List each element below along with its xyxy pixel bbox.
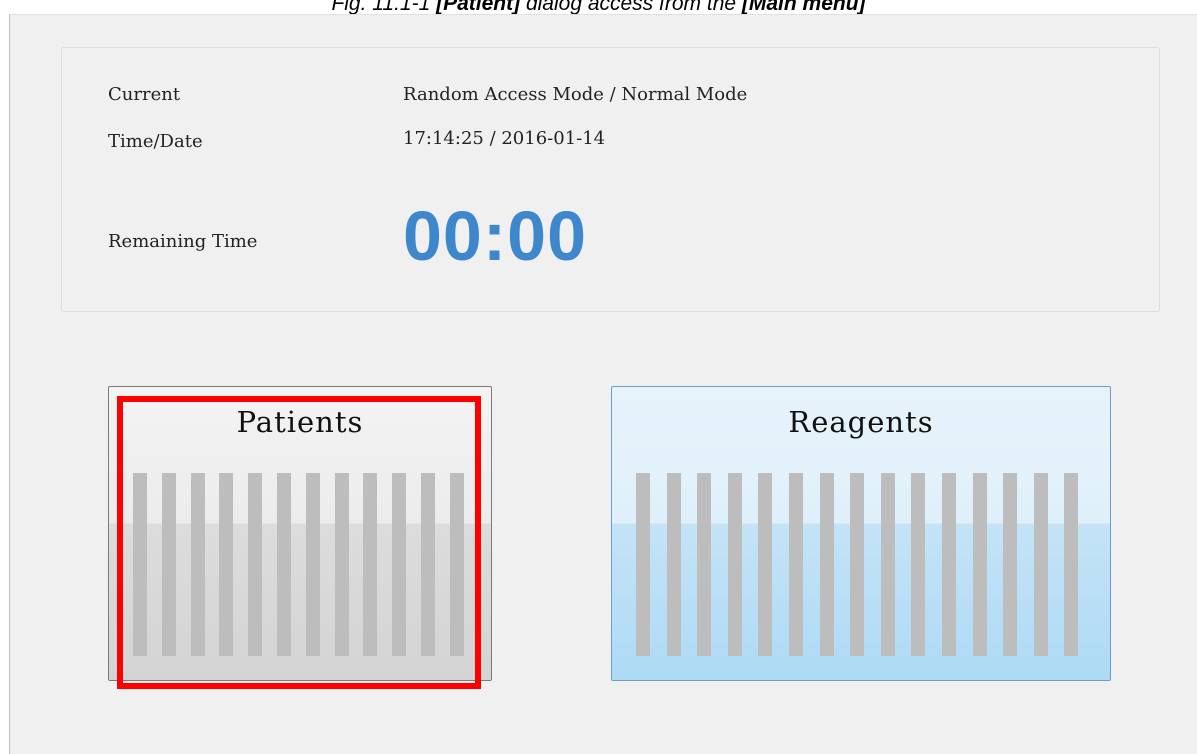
rack-slot [1064,473,1079,656]
rack-slot [248,473,263,656]
rack-slot [1033,473,1048,656]
rack-slot [819,473,834,656]
patients-button-label: Patients [236,405,364,439]
remaining-time-value: 00:00 [403,197,588,275]
rack-slot [880,473,895,656]
time-date-value: 17:14:25 / 2016-01-14 [403,128,606,149]
rack-slot [666,473,681,656]
rack-slot [363,473,378,656]
time-date-label: Time/Date [108,131,203,152]
caption-middle: dialog access from the [520,0,742,15]
rack-slot [449,473,464,656]
rack-slot [697,473,712,656]
caption-prefix: Fig. 11.1-1 [331,0,437,15]
rack-slot [789,473,803,656]
rack-slot [277,473,291,656]
rack-slot [161,473,176,656]
rack-slot [334,473,349,656]
caption-bold-main-menu: [Main menu] [741,0,866,15]
rack-slot [133,473,147,656]
remaining-time-label: Remaining Time [108,231,258,252]
rack-slot [850,473,865,656]
rack-slot [421,473,435,656]
caption-bold-patient: [Patient] [436,0,521,15]
rack-slot [727,473,742,656]
rack-slot [636,473,650,656]
rack-slot [219,473,234,656]
reagents-button-label: Reagents [788,405,934,439]
rack-slot [758,473,773,656]
rack-slot [972,473,987,656]
rack-slot [190,473,205,656]
current-label: Current [108,84,181,105]
current-mode-value: Random Access Mode / Normal Mode [403,84,748,105]
reagents-button[interactable]: Reagents [611,386,1111,681]
rack-slot [305,473,320,656]
rack-slot [1003,473,1018,656]
rack-slot [392,473,407,656]
patients-button[interactable]: Patients [108,386,492,681]
rack-slot [942,473,956,656]
rack-slot [911,473,926,656]
